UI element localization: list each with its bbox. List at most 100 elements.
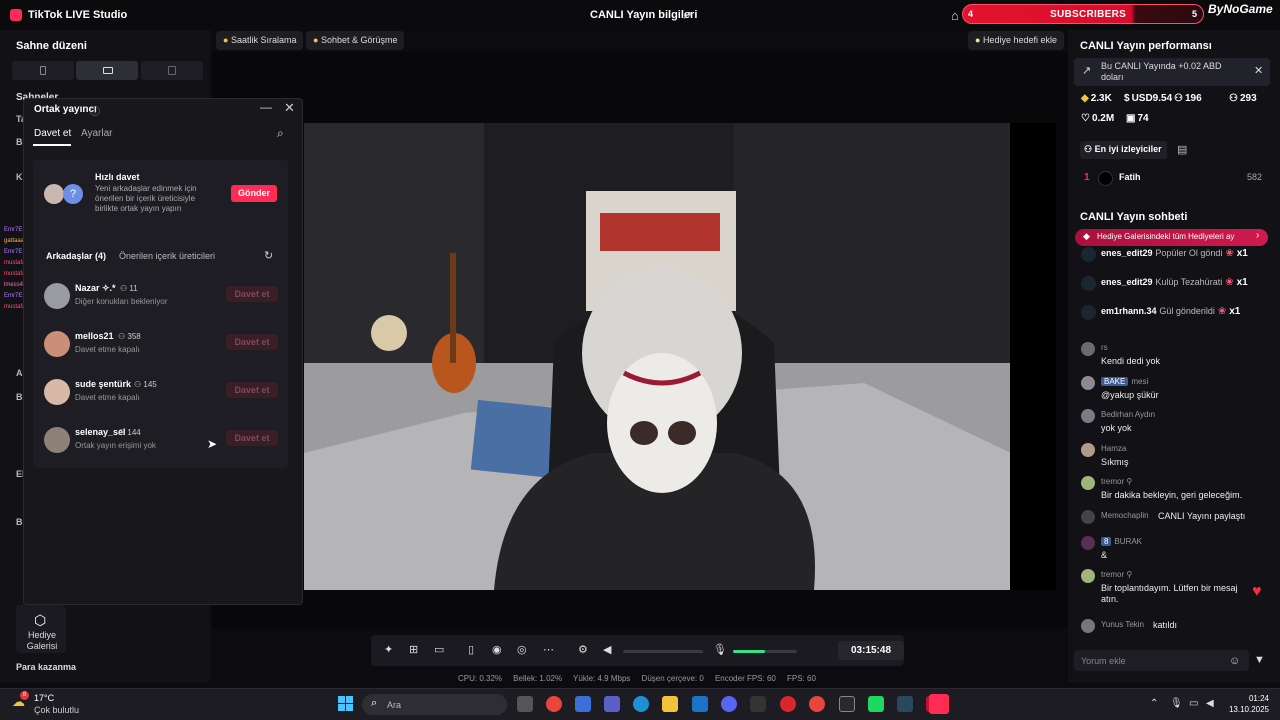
gift-gallery-banner[interactable]: Hediye Galerisindeki tüm Hediyeleri ay (1075, 229, 1268, 246)
add-source-icon[interactable]: ⊞ (409, 643, 418, 656)
send-button[interactable]: Gönder (231, 185, 277, 202)
subscribers-label: SUBSCRIBERS (1050, 9, 1127, 20)
tab-invite[interactable]: Davet et (34, 128, 71, 139)
weather-badge: 8 (20, 691, 29, 700)
gift-sender[interactable]: enes_edit29 (1101, 277, 1153, 287)
app-icon[interactable] (750, 696, 766, 712)
invite-button[interactable]: Davet et (226, 286, 278, 302)
speaker-icon[interactable]: ◀ (603, 643, 611, 656)
avatar (44, 427, 70, 453)
gift-sender[interactable]: enes_edit29 (1101, 248, 1153, 258)
help-icon[interactable]: ⓘ (90, 103, 100, 118)
chat-username[interactable]: BAKE mesi (1101, 377, 1148, 386)
gift-goal-chip[interactable]: ● Hediye hedefi ekle (968, 31, 1064, 50)
steam-icon[interactable] (897, 696, 913, 712)
encoder-fps-stat: Encoder FPS: 60 (714, 674, 776, 683)
app-icon[interactable] (839, 696, 855, 712)
magic-wand-icon[interactable]: ✦ (384, 643, 393, 656)
windows-start-icon[interactable] (338, 696, 353, 711)
friend-name[interactable]: mellos21 (75, 331, 114, 341)
tab-suggested-creators[interactable]: Önerilen içerik üreticileri (119, 251, 215, 261)
send-icon[interactable]: ▼ (1254, 654, 1265, 666)
quick-invite-avatar (44, 184, 64, 204)
chrome-profile-icon[interactable] (809, 696, 825, 712)
clock-date[interactable]: 13.10.2025 (1221, 705, 1269, 714)
side-item[interactable]: A (16, 368, 23, 378)
clock-time[interactable]: 01:24 (1221, 694, 1269, 703)
tab-settings[interactable]: Ayarlar (81, 128, 113, 139)
edge-icon[interactable] (633, 696, 649, 712)
invite-button[interactable]: Davet et (226, 430, 278, 446)
avatar (1081, 409, 1095, 423)
opera-icon[interactable] (780, 696, 796, 712)
outlook-icon[interactable] (692, 696, 708, 712)
chat-username[interactable]: tremor ⚲ (1101, 477, 1132, 486)
camera-effects-icon[interactable]: ◎ (517, 643, 527, 656)
top-viewer-name[interactable]: Fatih (1119, 172, 1141, 182)
more-icon[interactable]: ⋯ (543, 643, 554, 656)
follower-count: ⚇ 145 (134, 380, 157, 389)
volume-slider[interactable] (623, 650, 703, 653)
chat-username[interactable]: Bedirhan Aydın (1101, 410, 1155, 419)
chrome-icon[interactable] (546, 696, 562, 712)
phone-icon[interactable]: ▯ (468, 643, 474, 656)
share-icon[interactable]: ↗ (682, 8, 692, 22)
app-title: TikTok LIVE Studio (28, 9, 128, 21)
invite-button[interactable]: Davet et (226, 382, 278, 398)
task-view-icon[interactable] (517, 696, 533, 712)
refresh-icon[interactable]: ↻ (264, 249, 273, 262)
brand-logo: ByNoGame (1208, 2, 1273, 16)
store-icon[interactable] (575, 696, 591, 712)
close-icon[interactable]: ✕ (284, 100, 295, 116)
close-banner-icon[interactable]: ✕ (1254, 64, 1263, 77)
chat-username[interactable]: Hamza (1101, 444, 1126, 453)
taskbar-search[interactable] (362, 694, 507, 715)
mixer-icon[interactable]: ⚙ (578, 643, 588, 656)
invite-button[interactable]: Davet et (226, 334, 278, 350)
chat-username[interactable]: Memochaplin (1101, 511, 1149, 520)
chat-username-text: BURAK (1114, 537, 1143, 546)
avatar (1081, 305, 1096, 320)
volume-icon[interactable]: ◀ (1206, 698, 1214, 709)
discord-icon[interactable] (721, 696, 737, 712)
chat-username[interactable]: tremor ⚲ (1101, 570, 1132, 579)
search-icon[interactable]: ⌕ (277, 126, 284, 141)
explorer-icon[interactable] (662, 696, 678, 712)
friend-name[interactable]: sude şentürk (75, 379, 131, 389)
stat-icon: ♡ (1081, 113, 1090, 124)
teams-icon[interactable] (604, 696, 620, 712)
gift-sender[interactable]: em1rhann.34 (1101, 306, 1157, 316)
home-icon[interactable]: ⌂ (951, 8, 959, 23)
microphone-icon[interactable]: 🎙 (713, 643, 727, 656)
weather-description[interactable]: Çok bulutlu (34, 705, 79, 715)
hourly-rank-chip[interactable]: ● Saatlik Sıralama (216, 31, 304, 50)
xbox-icon[interactable] (868, 696, 884, 712)
weather-temperature[interactable]: 17°C (34, 693, 54, 703)
tiktok-live-studio-icon[interactable] (929, 694, 949, 714)
overlay-chat-user: Emr7E (4, 293, 23, 299)
mic-tray-icon[interactable]: 🎙 (1170, 698, 1183, 709)
record-icon[interactable]: ◉ (492, 643, 502, 656)
leaderboard-icon[interactable]: ▤ (1177, 143, 1187, 156)
layout-icon[interactable]: ▭ (434, 643, 444, 656)
minimize-icon[interactable]: — (260, 100, 272, 114)
friend-name[interactable]: Nazar ✧.* (75, 283, 116, 294)
network-icon[interactable]: ▭ (1189, 698, 1198, 709)
chat-username[interactable]: Yunus Tekin (1101, 620, 1144, 629)
chevron-right-icon[interactable]: › (1256, 230, 1259, 241)
user-icon: ⚇ (118, 332, 128, 341)
tab-friends[interactable]: Arkadaşlar (4) (46, 251, 106, 261)
side-item[interactable]: K (16, 172, 23, 182)
top-viewers-button[interactable]: ⚇ En iyi izleyiciler (1080, 141, 1167, 159)
emoji-icon[interactable]: ☺ (1229, 655, 1240, 667)
chat-username[interactable]: 8 BURAK (1101, 537, 1142, 546)
tray-chevron-icon[interactable]: ⌃ (1150, 698, 1158, 709)
chat-username[interactable]: rs (1101, 343, 1108, 352)
chat-message: @yakup şükür (1101, 390, 1159, 400)
gift-row: enes_edit29 Popüler Ol göndi ❀ x1 (1101, 248, 1248, 259)
avatar (44, 283, 70, 309)
memory-stat: Bellek: 1.02% (513, 674, 563, 683)
monetization-label[interactable]: Para kazanma (16, 662, 76, 672)
follower-count-value: 358 (127, 332, 141, 341)
chat-meeting-chip[interactable]: ● Sohbet & Görüşme (306, 31, 405, 50)
